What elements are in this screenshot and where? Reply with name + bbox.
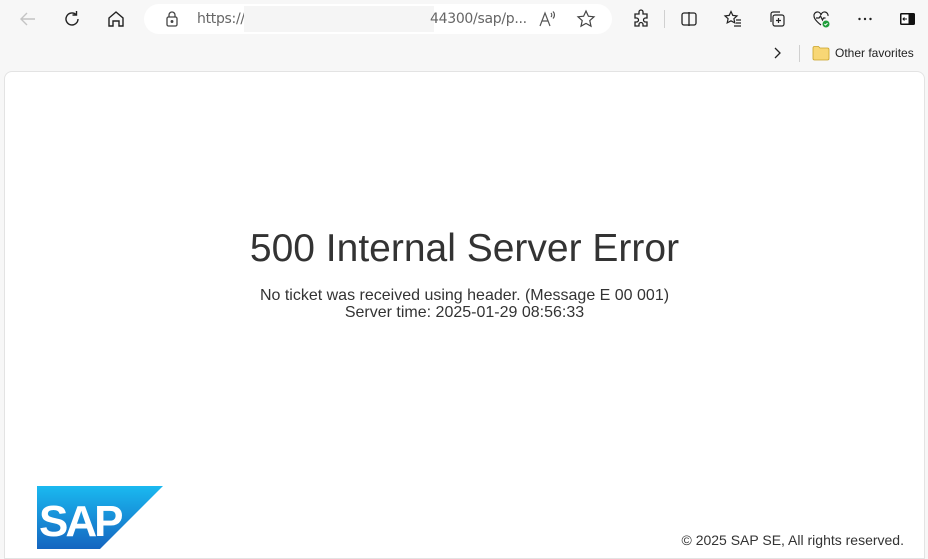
back-icon[interactable] bbox=[16, 7, 40, 31]
address-bar[interactable]: https:// 44300/sap/p... bbox=[144, 4, 612, 34]
sap-logo-text: SAP bbox=[39, 497, 122, 546]
url-text-prefix: https:// bbox=[197, 11, 245, 27]
other-favorites-folder[interactable]: Other favorites bbox=[812, 42, 914, 64]
favorites-icon[interactable] bbox=[721, 7, 745, 31]
sidebar-icon[interactable] bbox=[895, 7, 919, 31]
collections-icon[interactable] bbox=[765, 7, 789, 31]
error-message: No ticket was received using header. (Me… bbox=[259, 287, 670, 304]
toolbar-separator bbox=[664, 10, 665, 28]
refresh-icon[interactable] bbox=[60, 7, 84, 31]
more-icon[interactable] bbox=[853, 7, 877, 31]
split-screen-icon[interactable] bbox=[677, 7, 701, 31]
copyright-text: © 2025 SAP SE, All rights reserved. bbox=[681, 532, 904, 548]
page-content: 500 Internal Server Error No ticket was … bbox=[4, 71, 925, 559]
browser-essentials-icon[interactable] bbox=[809, 7, 833, 31]
url-redacted-region bbox=[244, 6, 434, 32]
other-favorites-label: Other favorites bbox=[835, 46, 914, 60]
chevron-right-icon[interactable] bbox=[768, 44, 786, 62]
star-icon[interactable] bbox=[576, 9, 596, 29]
read-aloud-icon[interactable] bbox=[537, 9, 557, 29]
lock-icon[interactable] bbox=[162, 9, 182, 29]
url-text-suffix: 44300/sap/p... bbox=[430, 11, 527, 27]
home-icon[interactable] bbox=[104, 7, 128, 31]
favorites-separator bbox=[799, 45, 800, 62]
browser-toolbar: https:// 44300/sap/p... bbox=[0, 0, 928, 38]
error-message-block: No ticket was received using header. (Me… bbox=[5, 287, 924, 321]
sap-logo: SAP bbox=[37, 486, 163, 549]
folder-icon bbox=[812, 46, 830, 61]
favorites-bar: Other favorites bbox=[0, 38, 928, 70]
error-title: 500 Internal Server Error bbox=[249, 227, 680, 270]
server-time: Server time: 2025-01-29 08:56:33 bbox=[344, 304, 585, 321]
extensions-icon[interactable] bbox=[629, 7, 653, 31]
